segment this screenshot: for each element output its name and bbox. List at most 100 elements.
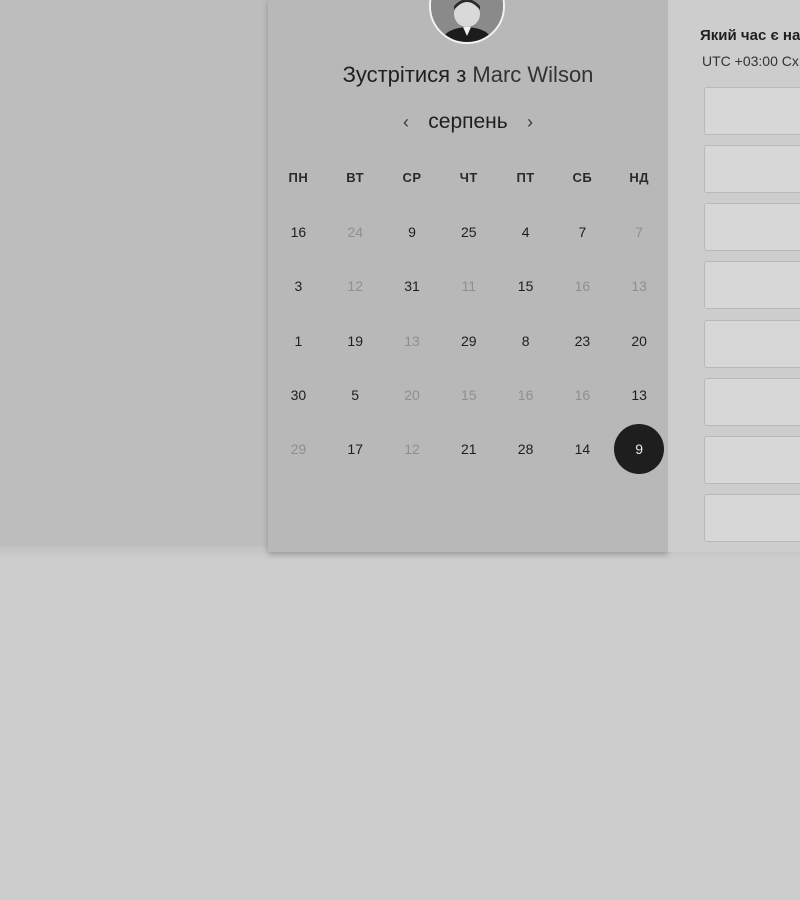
day-number: 17 [347,441,363,458]
weekday-label: НД [629,170,649,185]
time-slot-button[interactable] [704,494,800,542]
day-number: 16 [517,387,534,404]
weekday-label: СР [402,170,422,185]
calendar-day: 13 [384,314,441,368]
time-slots-panel: Який час є на UTC +03:00 Сх [668,0,800,552]
page: Зустрітися з Marc Wilson ‹ серпень › ПН В… [0,0,800,900]
day-number: 9 [408,224,416,241]
calendar-day[interactable]: 29 [440,314,497,368]
calendar-grid: 16 24 9 25 4 7 7 3 12 31 11 15 16 13 1 19 13 29 8 23 20 30 5 20… [270,205,666,476]
month-navigation: ‹ серпень › [268,108,668,138]
calendar-day[interactable]: 13 [611,368,668,422]
calendar-day[interactable]: 15 [497,259,554,313]
day-number: 16 [290,224,307,241]
calendar-day[interactable]: 23 [554,314,611,368]
times-heading: Який час є на [700,27,800,44]
weekday-label: СБ [572,170,593,185]
calendar-day: 16 [497,368,554,422]
day-number: 28 [517,441,534,458]
title-prefix: Зустрітися з [342,62,467,87]
calendar-day[interactable]: 28 [497,422,554,476]
calendar-day[interactable]: 9 [384,205,441,259]
calendar-day: 7 [611,205,668,259]
day-number: 30 [290,387,307,404]
day-number: 31 [404,278,420,295]
calendar-day: 24 [327,205,384,259]
weekday-header: ПН ВТ СР ЧТ ПТ СБ НД [270,170,666,185]
day-number: 8 [521,332,530,349]
calendar-day: 11 [440,259,497,313]
calendar-panel: Зустрітися з Marc Wilson ‹ серпень › ПН В… [268,0,668,552]
day-number: 16 [574,387,591,404]
calendar-day[interactable]: 25 [440,205,497,259]
weekday-label: ПТ [516,170,535,185]
month-label: серпень [428,110,508,133]
calendar-day[interactable]: 19 [327,314,384,368]
calendar-day[interactable]: 20 [611,314,668,368]
day-number: 25 [461,224,477,241]
day-number: 15 [517,278,534,295]
calendar-day[interactable]: 14 [554,422,611,476]
time-slot-button[interactable] [704,436,800,484]
host-name: Marc Wilson [472,62,594,87]
weekday-label: ЧТ [459,170,478,185]
day-number: 20 [631,332,647,349]
calendar-day[interactable]: 8 [497,314,554,368]
day-number: 13 [631,387,647,404]
day-number: 11 [461,278,477,295]
calendar-day[interactable]: 4 [497,205,554,259]
time-slot-button[interactable] [704,261,800,309]
calendar-day[interactable]: 3 [270,259,327,313]
day-number: 12 [347,278,363,295]
day-number: 19 [347,332,363,349]
time-slot-button[interactable] [704,145,800,193]
day-number: 1 [294,332,303,349]
day-number: 24 [347,224,363,241]
day-number: 23 [574,332,591,349]
calendar-day[interactable]: 17 [327,422,384,476]
time-slot-button[interactable] [704,203,800,251]
day-number: 4 [521,224,530,241]
day-number: 21 [461,441,477,458]
weekday-label: ПН [288,170,309,185]
calendar-day: 13 [611,259,668,313]
timezone-label[interactable]: UTC +03:00 Сх [702,53,799,69]
selected-day[interactable]: 9 [611,422,668,476]
calendar-day: 15 [440,368,497,422]
calendar-day[interactable]: 30 [270,368,327,422]
day-number: 20 [404,387,420,404]
day-number: 9 [614,424,665,475]
day-number: 13 [404,332,420,349]
weekday-label: ВТ [346,170,365,185]
day-number: 15 [461,387,477,404]
calendar-day: 12 [327,259,384,313]
calendar-day[interactable]: 16 [270,205,327,259]
time-slot-button[interactable] [704,378,800,426]
calendar-day[interactable]: 1 [270,314,327,368]
day-number: 7 [578,224,587,241]
calendar-day: 16 [554,368,611,422]
day-number: 3 [294,278,303,295]
calendar-day: 12 [384,422,441,476]
calendar-day[interactable]: 7 [554,205,611,259]
page-title: Зустрітися з Marc Wilson [268,62,668,88]
calendar-day: 16 [554,259,611,313]
day-number: 29 [290,441,307,458]
host-avatar [429,0,505,44]
day-number: 7 [635,224,644,241]
calendar-day[interactable]: 31 [384,259,441,313]
person-icon [431,0,503,42]
time-slot-button[interactable] [704,87,800,135]
chevron-right-icon[interactable]: › [520,110,540,134]
day-number: 5 [351,387,360,404]
day-number: 29 [461,332,477,349]
day-number: 14 [574,441,591,458]
calendar-day[interactable]: 5 [327,368,384,422]
time-slot-button[interactable] [704,320,800,368]
calendar-day: 29 [270,422,327,476]
day-number: 13 [631,278,647,295]
calendar-day: 20 [384,368,441,422]
calendar-day[interactable]: 21 [440,422,497,476]
day-number: 16 [574,278,591,295]
day-number: 12 [404,441,420,458]
